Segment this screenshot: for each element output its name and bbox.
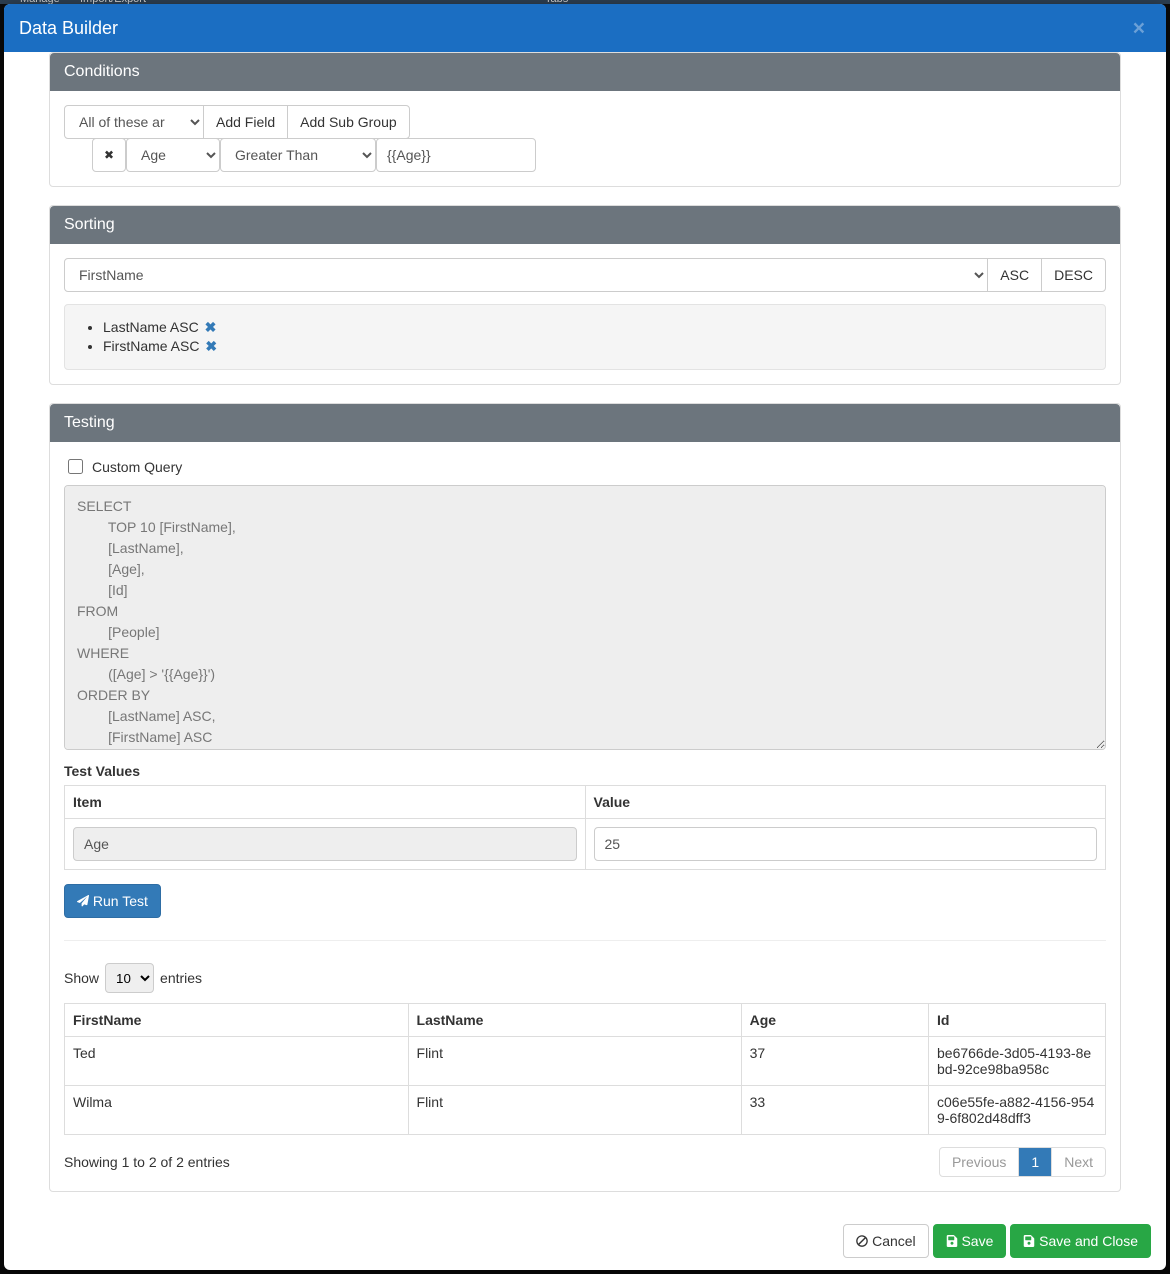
pagination: Previous 1 Next — [939, 1147, 1106, 1177]
close-icon: ✖ — [104, 147, 114, 164]
entries-label: entries — [160, 970, 202, 986]
remove-condition-button[interactable]: ✖ — [92, 138, 126, 172]
custom-query-checkbox-label[interactable]: Custom Query — [64, 456, 1106, 477]
table-row: Wilma Flint 33 c06e55fe-a882-4156-9549-6… — [65, 1086, 1106, 1135]
logic-select[interactable]: All of these are true — [64, 105, 204, 139]
condition-value-input[interactable] — [376, 138, 536, 172]
sort-item-label: FirstName ASC — [103, 338, 199, 354]
testing-header: Testing — [50, 404, 1120, 442]
page-next[interactable]: Next — [1051, 1148, 1105, 1176]
run-test-button[interactable]: Run Test — [64, 884, 161, 918]
col-age[interactable]: Age — [741, 1004, 928, 1037]
sort-field-select[interactable]: FirstName — [64, 258, 988, 292]
cancel-label: Cancel — [872, 1233, 916, 1249]
sorting-header: Sorting — [50, 206, 1120, 244]
paper-plane-icon — [77, 895, 89, 907]
modal-title: Data Builder — [19, 18, 118, 39]
condition-operator-select[interactable]: Greater Than — [220, 138, 376, 172]
sort-items-well: LastName ASC ✖ FirstName ASC ✖ — [64, 304, 1106, 370]
remove-sort-icon[interactable]: ✖ — [205, 338, 217, 354]
datatable-length: Show 10 entries — [64, 963, 1106, 993]
save-close-label: Save and Close — [1039, 1233, 1138, 1249]
page-1[interactable]: 1 — [1018, 1148, 1051, 1176]
results-table: FirstName LastName Age Id Ted Flint 37 — [64, 1003, 1106, 1135]
col-firstname[interactable]: FirstName — [65, 1004, 409, 1037]
sorting-panel: Sorting FirstName ASC DESC LastName ASC — [49, 205, 1121, 385]
cell: 37 — [741, 1037, 928, 1086]
condition-field-select[interactable]: Age — [126, 138, 220, 172]
data-builder-modal: Data Builder × Conditions All of these a… — [4, 4, 1166, 1270]
sql-preview: SELECT TOP 10 [FirstName], [LastName], [… — [64, 485, 1106, 750]
sort-desc-button[interactable]: DESC — [1041, 258, 1106, 292]
testing-panel: Testing Custom Query SELECT TOP 10 [Firs… — [49, 403, 1121, 1192]
tv-header-item: Item — [65, 786, 586, 819]
page-size-select[interactable]: 10 — [105, 963, 154, 993]
test-values-table: Item Value — [64, 785, 1106, 870]
cell: be6766de-3d05-4193-8ebd-92ce98ba958c — [929, 1037, 1106, 1086]
cell: Flint — [408, 1086, 741, 1135]
test-value-row — [65, 819, 1106, 870]
cell: Wilma — [65, 1086, 409, 1135]
conditions-header: Conditions — [50, 53, 1120, 91]
page-previous[interactable]: Previous — [940, 1148, 1018, 1176]
modal-body[interactable]: Conditions All of these are true Add Fie… — [4, 52, 1166, 1212]
col-lastname[interactable]: LastName — [408, 1004, 741, 1037]
modal-footer: Cancel Save Save and Close — [4, 1212, 1166, 1270]
tv-item-input — [73, 827, 577, 861]
sort-asc-button[interactable]: ASC — [987, 258, 1042, 292]
save-and-close-button[interactable]: Save and Close — [1010, 1224, 1151, 1258]
add-field-button[interactable]: Add Field — [203, 105, 288, 139]
save-button[interactable]: Save — [933, 1224, 1007, 1258]
save-label: Save — [961, 1233, 993, 1249]
tv-header-value: Value — [585, 786, 1106, 819]
close-button[interactable]: × — [1127, 17, 1151, 40]
sort-item: LastName ASC ✖ — [103, 319, 1089, 336]
cell: 33 — [741, 1086, 928, 1135]
col-id[interactable]: Id — [929, 1004, 1106, 1037]
modal-header: Data Builder × — [4, 4, 1166, 52]
save-icon — [946, 1235, 958, 1247]
cancel-button[interactable]: Cancel — [843, 1224, 928, 1258]
custom-query-label-text: Custom Query — [92, 459, 182, 475]
sort-item-label: LastName ASC — [103, 319, 199, 335]
datatable-info: Showing 1 to 2 of 2 entries — [64, 1154, 230, 1170]
table-row: Ted Flint 37 be6766de-3d05-4193-8ebd-92c… — [65, 1037, 1106, 1086]
add-sub-group-button[interactable]: Add Sub Group — [287, 105, 410, 139]
divider — [64, 940, 1106, 941]
ban-icon — [856, 1235, 868, 1247]
sort-item: FirstName ASC ✖ — [103, 338, 1089, 355]
tv-value-input[interactable] — [594, 827, 1098, 861]
run-test-label: Run Test — [93, 893, 148, 909]
save-icon — [1023, 1235, 1035, 1247]
cell: c06e55fe-a882-4156-9549-6f802d48dff3 — [929, 1086, 1106, 1135]
custom-query-checkbox[interactable] — [68, 459, 83, 474]
conditions-panel: Conditions All of these are true Add Fie… — [49, 52, 1121, 187]
show-label: Show — [64, 970, 99, 986]
test-values-label: Test Values — [64, 763, 1106, 779]
cell: Flint — [408, 1037, 741, 1086]
cell: Ted — [65, 1037, 409, 1086]
remove-sort-icon[interactable]: ✖ — [205, 319, 217, 335]
